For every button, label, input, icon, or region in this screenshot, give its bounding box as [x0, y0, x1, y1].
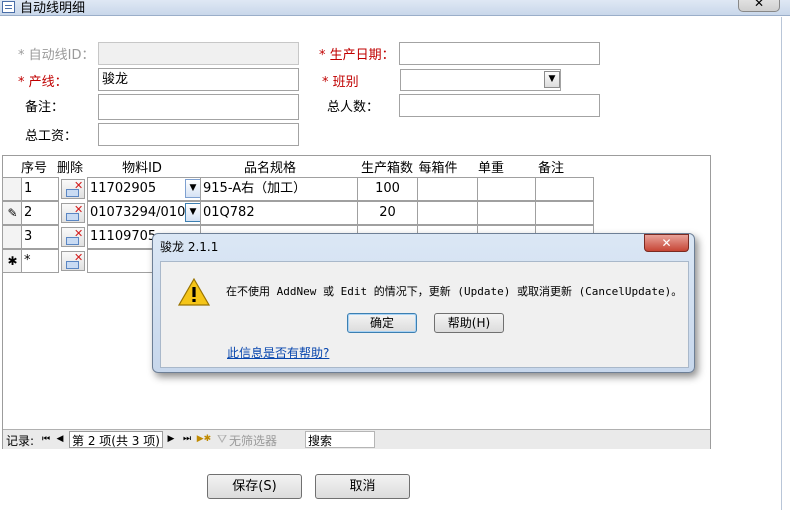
row-unit-weight-cell[interactable] — [477, 177, 536, 201]
delete-row-icon[interactable] — [61, 179, 85, 199]
row-seq-cell[interactable]: 2 — [21, 201, 59, 225]
production-date-label: * 生产日期： — [319, 48, 395, 63]
total-people-field[interactable] — [399, 94, 600, 117]
filter-funnel-icon[interactable]: ⛛ — [217, 432, 227, 447]
remarks-field[interactable] — [98, 94, 299, 120]
production-line-label: * 产线： — [18, 75, 68, 90]
row-material-id-cell[interactable]: 01073294/010 — [87, 201, 201, 225]
column-header-per-box: 每箱件 — [418, 161, 458, 176]
next-record-icon[interactable]: ▶ — [165, 432, 177, 446]
column-header-boxes: 生产箱数 — [360, 161, 413, 176]
row-spec-cell[interactable]: 01Q782 — [200, 201, 358, 225]
column-header-remarks: 备注 — [537, 161, 564, 176]
help-feedback-link[interactable]: 此信息是否有帮助? — [227, 344, 329, 361]
shift-dropdown-chevron-icon[interactable]: ▼ — [544, 71, 560, 88]
new-record-icon[interactable]: ▶✱ — [195, 432, 213, 446]
row-per-box-cell[interactable] — [417, 177, 478, 201]
cancel-button-label: 取消 — [349, 479, 376, 494]
row-spec-cell[interactable]: 915-A右（加工） — [200, 177, 358, 201]
warning-icon — [178, 278, 210, 306]
row-boxes-cell[interactable]: 20 — [357, 201, 418, 225]
shift-label: * 班别 — [322, 75, 359, 90]
delete-row-icon[interactable] — [61, 203, 85, 223]
window-title-bar: 自动线明细 ✕ — [0, 0, 790, 16]
new-row-selector-asterisk-icon[interactable]: ✱ — [2, 249, 23, 273]
message-dialog: 骏龙 2.1.1 ✕ 在不使用 AddNew 或 Edit 的情况下，更新 (U… — [152, 233, 695, 373]
row-seq-cell[interactable]: 3 — [21, 225, 59, 249]
first-record-icon[interactable]: ⏮ — [40, 432, 52, 446]
shift-select[interactable] — [400, 69, 561, 91]
row-boxes-cell[interactable]: 100 — [357, 177, 418, 201]
no-filter-button[interactable]: 无筛选器 — [229, 432, 277, 449]
row-selector-pencil-icon[interactable]: ✎ — [2, 201, 23, 225]
row-remarks-cell[interactable] — [535, 201, 594, 225]
row-remarks-cell[interactable] — [535, 177, 594, 201]
row-unit-weight-cell[interactable] — [477, 201, 536, 225]
current-record-field[interactable]: 第 2 项(共 3 项) — [69, 431, 163, 448]
last-record-icon[interactable]: ⏭ — [181, 432, 193, 446]
new-row-seq-cell[interactable]: * — [21, 249, 59, 273]
row-selector[interactable] — [2, 225, 23, 249]
total-wage-label: 总工资： — [25, 129, 78, 144]
cancel-button[interactable]: 取消 — [315, 474, 410, 499]
column-header-material-id: 物料ID — [122, 161, 162, 176]
material-dropdown-chevron-icon[interactable]: ▼ — [185, 179, 201, 198]
remarks-label: 备注： — [25, 100, 65, 115]
production-line-field[interactable]: 骏龙 — [98, 68, 299, 91]
material-dropdown-chevron-icon[interactable]: ▼ — [185, 203, 201, 222]
record-label: 记录: — [6, 434, 35, 448]
production-date-field[interactable] — [399, 42, 600, 65]
column-header-seq: 序号 — [20, 161, 47, 176]
auto-line-id-field[interactable] — [98, 42, 299, 65]
save-button-label: 保存(S) — [232, 479, 277, 494]
column-header-unit-weight: 单重 — [477, 161, 504, 176]
delete-row-icon[interactable] — [61, 251, 85, 271]
record-navigation-bar: 记录: ⏮ ◀ 第 2 项(共 3 项) ▶ ⏭ ▶✱ ⛛ 无筛选器 搜索 — [3, 429, 710, 449]
dialog-body: 在不使用 AddNew 或 Edit 的情况下，更新 (Update) 或取消更… — [160, 261, 689, 368]
save-button[interactable]: 保存(S) — [207, 474, 302, 499]
column-header-delete: 删除 — [56, 161, 83, 176]
auto-line-id-label: * 自动线ID： — [18, 48, 95, 63]
search-input[interactable]: 搜索 — [305, 431, 375, 448]
window-close-button[interactable]: ✕ — [738, 0, 780, 12]
dialog-message: 在不使用 AddNew 或 Edit 的情况下，更新 (Update) 或取消更… — [226, 285, 683, 298]
column-header-spec: 品名规格 — [243, 161, 296, 176]
window-title: 自动线明细 — [20, 1, 86, 16]
dialog-close-button[interactable]: ✕ — [644, 234, 689, 252]
dialog-title: 骏龙 2.1.1 — [160, 240, 219, 254]
ok-button[interactable]: 确定 — [347, 313, 417, 333]
delete-row-icon[interactable] — [61, 227, 85, 247]
row-selector[interactable] — [2, 177, 23, 201]
form-icon — [2, 1, 15, 13]
row-seq-cell[interactable]: 1 — [21, 177, 59, 201]
total-wage-field[interactable] — [98, 123, 299, 146]
previous-record-icon[interactable]: ◀ — [54, 432, 66, 446]
help-button[interactable]: 帮助(H) — [434, 313, 504, 333]
row-material-id-cell[interactable]: 11702905 — [87, 177, 201, 201]
total-people-label: 总人数： — [327, 100, 380, 115]
row-per-box-cell[interactable] — [417, 201, 478, 225]
